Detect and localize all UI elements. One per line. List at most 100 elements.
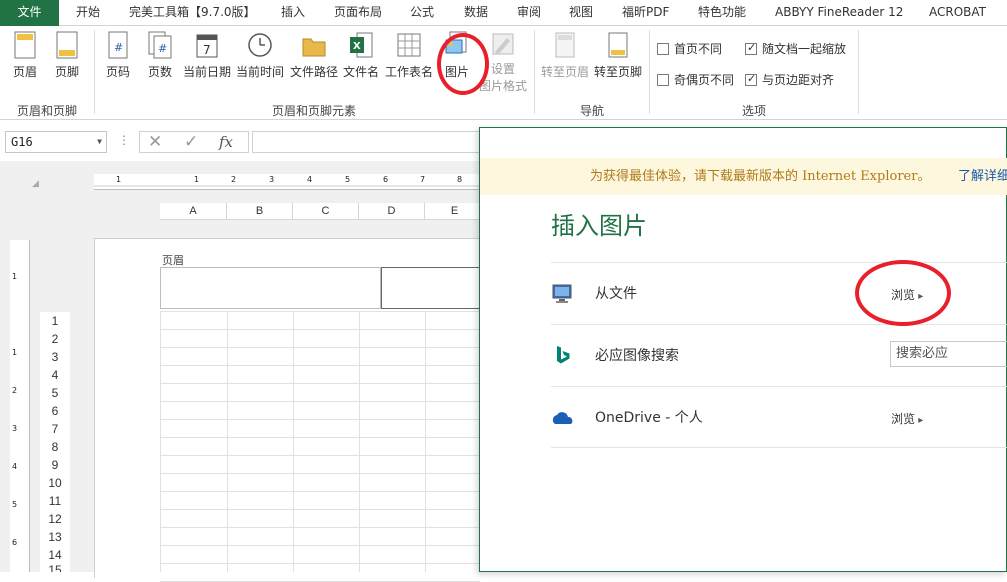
onedrive-label: OneDrive - 个人: [595, 410, 703, 426]
gridline: [227, 311, 228, 572]
footer-button[interactable]: 页脚: [52, 30, 82, 80]
gridline: [160, 509, 480, 510]
tab-insert[interactable]: 插入: [281, 0, 305, 26]
ruler-number: 1: [12, 348, 18, 357]
align-with-margins-checkbox[interactable]: 与页边距对齐: [745, 71, 834, 88]
scale-with-document-checkbox[interactable]: 随文档一起缩放: [745, 40, 846, 57]
column-header[interactable]: D: [359, 203, 425, 220]
tab-data[interactable]: 数据: [464, 0, 488, 26]
bing-search-input[interactable]: 搜索必应: [890, 341, 1007, 367]
page-count-button[interactable]: # 页数: [146, 30, 174, 80]
tab-toolbox[interactable]: 完美工具箱【9.7.0版】: [129, 0, 256, 26]
group-label-options: 选项: [742, 104, 767, 118]
gridline: [160, 563, 480, 564]
name-box[interactable]: G16 ▼: [5, 131, 107, 153]
tab-review[interactable]: 审阅: [517, 0, 541, 26]
browse-onedrive-button[interactable]: 浏览: [891, 410, 923, 427]
ruler-number: 6: [383, 175, 389, 184]
different-first-page-checkbox[interactable]: 首页不同: [657, 40, 722, 57]
ruler-number: 8: [457, 175, 463, 184]
row-header[interactable]: 1: [40, 312, 70, 330]
column-header[interactable]: E: [425, 203, 485, 220]
column-header[interactable]: B: [227, 203, 293, 220]
row-header[interactable]: 13: [40, 528, 70, 546]
ruler-number: 4: [12, 462, 18, 471]
page-count-icon: #: [147, 30, 173, 60]
tab-acrobat[interactable]: ACROBAT: [929, 0, 986, 26]
ruler-number: 4: [307, 175, 313, 184]
row-header[interactable]: 2: [40, 330, 70, 348]
sheet-name-button[interactable]: 工作表名: [384, 30, 434, 80]
tab-formulas[interactable]: 公式: [410, 0, 434, 26]
goto-footer-button[interactable]: 转至页脚: [593, 30, 643, 80]
row-header[interactable]: 4: [40, 366, 70, 384]
row-header[interactable]: 9: [40, 456, 70, 474]
goto-header-button[interactable]: 转至页眉: [540, 30, 590, 80]
cancel-icon[interactable]: ✕: [148, 132, 162, 152]
ruler-number: 7: [420, 175, 426, 184]
group-divider: [94, 30, 95, 114]
group-label-header-footer: 页眉和页脚: [17, 104, 78, 118]
tab-abbyy[interactable]: ABBYY FineReader 12: [775, 0, 903, 26]
group-divider: [858, 30, 859, 114]
row-header[interactable]: 8: [40, 438, 70, 456]
header-button[interactable]: 页眉: [10, 30, 40, 80]
ruler-number: 1: [116, 175, 122, 184]
gridline: [293, 311, 294, 572]
tab-page-layout[interactable]: 页面布局: [334, 0, 382, 26]
computer-icon: [551, 283, 575, 305]
horizontal-ruler: 1 1 2 3 4 5 6 7 8: [94, 174, 484, 190]
gridline: [160, 473, 480, 474]
column-header[interactable]: C: [293, 203, 359, 220]
page-number-button[interactable]: # 页码: [104, 30, 132, 80]
row-header[interactable]: 12: [40, 510, 70, 528]
row-header[interactable]: 5: [40, 384, 70, 402]
tab-view[interactable]: 视图: [569, 0, 593, 26]
gridline: [359, 311, 360, 572]
excel-icon: X: [348, 30, 374, 60]
gridline: [160, 437, 480, 438]
row-header[interactable]: 11: [40, 492, 70, 510]
tab-features[interactable]: 特色功能: [698, 0, 746, 26]
checkbox-box: [745, 41, 757, 55]
row-header[interactable]: 7: [40, 420, 70, 438]
gridline: [160, 455, 480, 456]
tab-home[interactable]: 开始: [76, 0, 100, 26]
formula-input[interactable]: [252, 131, 492, 153]
clock-icon: [247, 30, 273, 60]
footer-icon: [54, 30, 80, 60]
worksheet-area: ◢ 1 1 2 3 4 5 6 7 8 1 1 2 3 4 5 6 A B C …: [0, 161, 494, 578]
header-left-section[interactable]: [160, 267, 381, 309]
tab-file[interactable]: 文件: [0, 0, 59, 26]
ruler-number: 3: [269, 175, 275, 184]
current-time-button[interactable]: 当前时间: [235, 30, 285, 80]
column-header[interactable]: A: [160, 203, 227, 220]
file-path-button[interactable]: 文件路径: [289, 30, 339, 80]
group-divider: [534, 30, 535, 114]
format-picture-icon: [490, 30, 516, 60]
file-name-button[interactable]: X 文件名: [342, 30, 380, 80]
checkbox-box: [657, 74, 669, 86]
row-header[interactable]: 3: [40, 348, 70, 366]
notice-text: 为获得最佳体验，请下载最新版本的 Internet Explorer。: [590, 169, 931, 184]
enter-icon[interactable]: ✓: [184, 132, 198, 152]
current-date-button[interactable]: 7 当前日期: [182, 30, 232, 80]
row-header[interactable]: 10: [40, 474, 70, 492]
ribbon-tabs: 文件 开始 完美工具箱【9.7.0版】 插入 页面布局 公式 数据 审阅 视图 …: [0, 0, 1007, 26]
tab-foxit-pdf[interactable]: 福昕PDF: [622, 0, 669, 26]
select-all-icon[interactable]: ◢: [32, 179, 39, 189]
gridline: [160, 545, 480, 546]
row-header[interactable]: 6: [40, 402, 70, 420]
insert-function-icon[interactable]: fx: [219, 133, 233, 151]
gridline: [160, 401, 480, 402]
different-odd-even-checkbox[interactable]: 奇偶页不同: [657, 71, 734, 88]
header-icon: [12, 30, 38, 60]
gridline: [160, 383, 480, 384]
ruler-number: 5: [12, 500, 18, 509]
header-center-section[interactable]: [381, 267, 481, 309]
onedrive-cloud-icon: [551, 407, 575, 429]
row-header[interactable]: 14: [40, 546, 70, 564]
learn-more-link[interactable]: 了解详细: [958, 158, 1007, 195]
onedrive-row[interactable]: OneDrive - 个人 浏览: [551, 386, 1007, 448]
row-header[interactable]: 15: [40, 564, 70, 572]
